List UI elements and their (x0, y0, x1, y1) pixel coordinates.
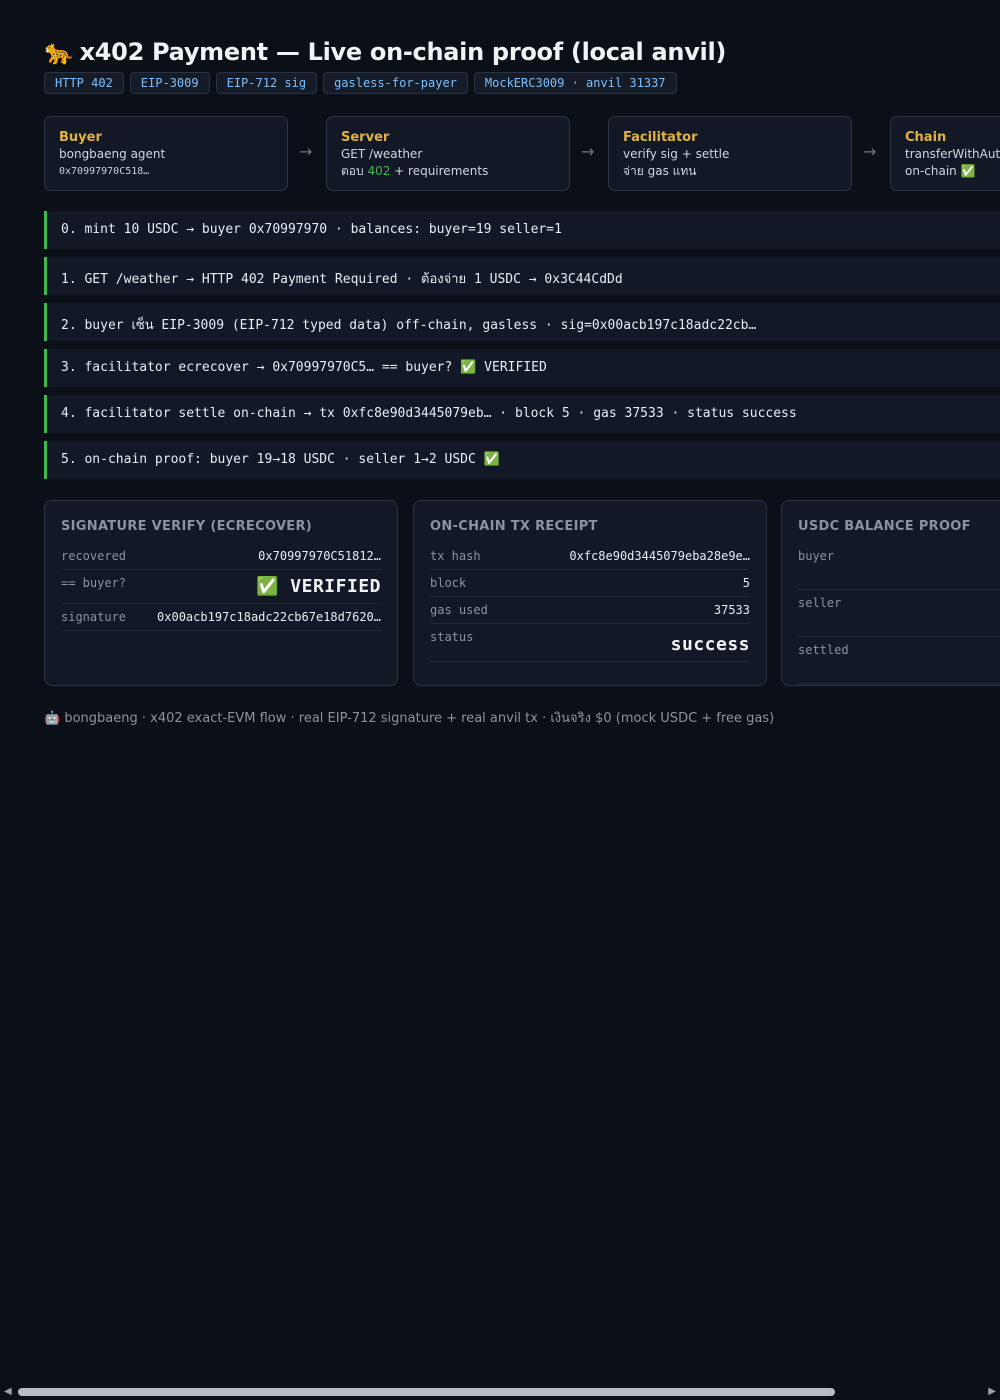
badge-http-402: HTTP 402 (44, 72, 124, 94)
flow-card-facilitator-line1: verify sig + settle (623, 147, 730, 161)
leopard-icon: 🐆 (44, 38, 74, 66)
gas-used-value: 37533 (713, 603, 750, 617)
balance-proof-title: USDC BALANCE PROOF (798, 519, 971, 534)
signature-label: signature (61, 610, 127, 624)
buyer-match-row: == buyer? ✅ VERIFIED (61, 570, 381, 604)
flow-card-buyer-line1: bongbaeng agent (59, 147, 166, 161)
balance-proof-panel: USDC BALANCE PROOF buyer seller settled (781, 500, 1000, 686)
badge-gasless: gasless-for-payer (323, 72, 468, 94)
flow-card-server-line2-post: + requirements (390, 164, 489, 178)
buyer-balance-row: buyer (798, 546, 1000, 590)
flow-card-server-line2: ตอบ 402 + requirements (341, 163, 555, 180)
block-label: block (430, 576, 467, 590)
tx-hash-label: tx hash (430, 549, 481, 563)
badge-eip-3009: EIP-3009 (129, 72, 210, 94)
flow-card-facilitator-name: Facilitator (623, 130, 698, 145)
robot-icon: 🤖 (44, 711, 61, 726)
status-row: status success (430, 624, 750, 662)
tx-receipt-panel: ON-CHAIN TX RECEIPT tx hash 0xfc8e90d344… (413, 500, 767, 686)
flow-card-server-line1: GET /weather (341, 147, 423, 161)
buyer-match-label: == buyer? (61, 576, 127, 590)
flow-card-chain-line2: on-chain ✅ (905, 164, 976, 178)
status-label: status (430, 630, 474, 644)
signature-value: 0x00acb197c18adc22cb67e18d7620… (157, 610, 381, 624)
signature-verify-title: SIGNATURE VERIFY (ECRECOVER) (61, 519, 313, 534)
signature-verify-panel: SIGNATURE VERIFY (ECRECOVER) recovered 0… (44, 500, 398, 686)
flow-diagram: Buyer bongbaeng agent 0x70997970C518… → … (44, 116, 1000, 194)
flow-card-buyer-name: Buyer (59, 130, 102, 145)
flow-card-chain: Chain transferWithAuth on-chain ✅ (890, 116, 1000, 191)
buyer-balance-label: buyer (798, 549, 835, 563)
flow-card-chain-line1: transferWithAuth (905, 147, 1000, 161)
flow-card-server-name: Server (341, 130, 390, 145)
flow-card-facilitator: Facilitator verify sig + settle จ่าย gas… (608, 116, 852, 191)
tx-receipt-title: ON-CHAIN TX RECEIPT (430, 519, 598, 534)
status-code-402: 402 (367, 164, 391, 178)
flow-arrow-icon: → (299, 142, 313, 161)
recovered-label: recovered (61, 549, 127, 563)
step-0: 0. mint 10 USDC → buyer 0x70997970 · bal… (44, 211, 1000, 249)
step-5: 5. on-chain proof: buyer 19→18 USDC · se… (44, 441, 1000, 479)
flow-arrow-icon: → (863, 142, 877, 161)
flow-arrow-icon: → (581, 142, 595, 161)
tx-hash-value: 0xfc8e90d3445079eba28e9e… (569, 549, 750, 563)
block-row: block 5 (430, 570, 750, 597)
proof-panels: SIGNATURE VERIFY (ECRECOVER) recovered 0… (44, 500, 1000, 688)
scroll-left-icon[interactable]: ◀ (4, 1386, 12, 1397)
step-2: 2. buyer เซ็น EIP-3009 (EIP-712 typed da… (44, 303, 1000, 341)
horizontal-scrollbar[interactable]: ◀ ▶ (0, 1384, 1000, 1400)
flow-card-buyer: Buyer bongbaeng agent 0x70997970C518… (44, 116, 288, 191)
gas-used-row: gas used 37533 (430, 597, 750, 624)
step-4: 4. facilitator settle on-chain → tx 0xfc… (44, 395, 1000, 433)
flow-card-server: Server GET /weather ตอบ 402 + requiremen… (326, 116, 570, 191)
signature-row: signature 0x00acb197c18adc22cb67e18d7620… (61, 604, 381, 631)
settled-label: settled (798, 643, 849, 657)
step-1: 1. GET /weather → HTTP 402 Payment Requi… (44, 257, 1000, 295)
verified-badge: ✅ VERIFIED (256, 576, 381, 597)
block-value: 5 (742, 576, 750, 590)
footer-text: bongbaeng · x402 exact-EVM flow · real E… (64, 711, 775, 726)
badge-chain: MockERC3009 · anvil 31337 (473, 72, 677, 94)
step-3: 3. facilitator ecrecover → 0x70997970C5…… (44, 349, 1000, 387)
seller-balance-label: seller (798, 596, 842, 610)
footer: 🤖 bongbaeng · x402 exact-EVM flow · real… (44, 707, 774, 728)
scroll-right-icon[interactable]: ▶ (988, 1386, 996, 1397)
badge-list: HTTP 402 EIP-3009 EIP-712 sig gasless-fo… (44, 72, 677, 94)
seller-balance-row: seller (798, 590, 1000, 637)
tx-hash-row: tx hash 0xfc8e90d3445079eba28e9e… (430, 546, 750, 570)
badge-eip-712-sig: EIP-712 sig (215, 72, 318, 94)
flow-card-facilitator-line2: จ่าย gas แทน (623, 164, 697, 178)
page-title: 🐆 x402 Payment — Live on-chain proof (loc… (44, 38, 726, 66)
scrollbar-thumb[interactable] (18, 1388, 835, 1396)
settled-row: settled (798, 637, 1000, 684)
status-value: success (670, 634, 750, 655)
page-title-text: x402 Payment — Live on-chain proof (loca… (79, 38, 727, 66)
flow-card-chain-name: Chain (905, 130, 947, 145)
recovered-row: recovered 0x70997970C51812… (61, 546, 381, 570)
gas-used-label: gas used (430, 603, 488, 617)
flow-card-server-line2-pre: ตอบ (341, 164, 368, 178)
recovered-value: 0x70997970C51812… (258, 549, 381, 563)
flow-card-buyer-address: 0x70997970C518… (59, 166, 150, 177)
